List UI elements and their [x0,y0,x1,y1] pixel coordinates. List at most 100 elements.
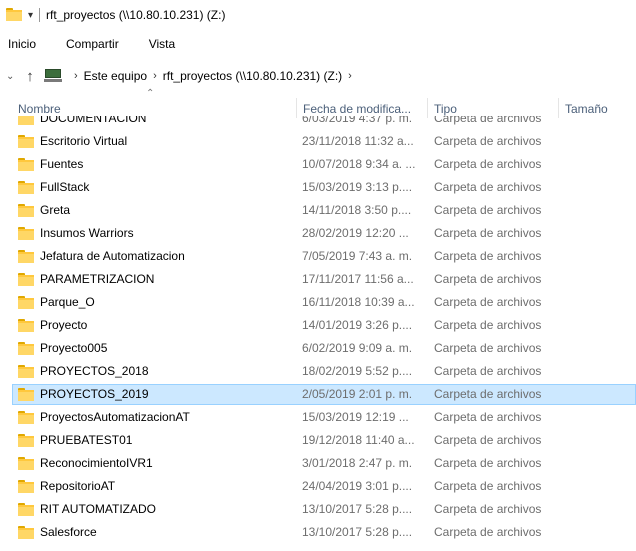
file-row[interactable]: Fuentes 10/07/2018 9:34 a. ... Carpeta de … [0,153,636,176]
file-name: Escritorio Virtual [40,134,128,148]
folder-icon [18,480,34,493]
file-date-modified: 15/03/2019 3:13 p.... [302,180,413,194]
file-date-modified: 23/11/2018 11:32 a... [302,134,414,148]
window-title: rft_proyectos (\\10.80.10.231) (Z:) [46,8,226,22]
folder-icon [18,273,34,286]
file-type: Carpeta de archivos [434,479,542,493]
file-name: PROYECTOS_2019 [40,387,149,401]
file-row[interactable]: PROYECTOS_2018 18/02/2019 5:52 p.... Carpe… [0,360,636,383]
folder-icon [18,388,34,401]
file-name: Proyecto [40,318,88,332]
file-type: Carpeta de archivos [434,433,542,447]
ribbon-tabs: Inicio Compartir Vista [0,30,636,58]
file-type: Carpeta de archivos [434,456,542,470]
file-type: Carpeta de archivos [434,318,542,332]
chevron-right-icon[interactable]: › [348,70,352,82]
folder-icon [18,365,34,378]
title-bar: ▾ rft_proyectos (\\10.80.10.231) (Z:) [0,0,636,30]
chevron-right-icon[interactable]: › [153,70,157,82]
file-name: ReconocimientoIVR1 [40,456,153,470]
address-bar[interactable]: ⌄ ↑ › Este equipo › rft_proyectos (\\10.… [0,62,636,90]
file-date-modified: 6/02/2019 9:09 a. m. [302,341,413,355]
file-row[interactable]: Salesforce 13/10/2017 5:28 p.... Carpeta d… [0,521,636,544]
file-type: Carpeta de archivos [434,134,542,148]
file-name: Insumos Warriors [40,226,134,240]
folder-icon [18,434,34,447]
chevron-right-icon[interactable]: › [74,70,78,82]
file-row[interactable]: PROYECTOS_2019 2/05/2019 2:01 p. m. Carpet… [0,383,636,406]
file-name: Proyecto005 [40,341,108,355]
folder-icon [18,411,34,424]
file-date-modified: 15/03/2019 12:19 ... [302,410,409,424]
tab-compartir[interactable]: Compartir [58,30,127,58]
file-date-modified: 14/01/2019 3:26 p.... [302,318,413,332]
file-date-modified: 10/07/2018 9:34 a. ... [302,157,416,171]
file-date-modified: 13/10/2017 5:28 p.... [302,502,413,516]
file-type: Carpeta de archivos [434,410,542,424]
file-row[interactable]: RepositorioAT 24/04/2019 3:01 p.... Carpet… [0,475,636,498]
file-type: Carpeta de archivos [434,525,542,539]
file-type: Carpeta de archivos [434,272,542,286]
folder-icon [18,319,34,332]
file-row[interactable]: Parque_O 16/11/2018 10:39 a... Carpeta de … [0,291,636,314]
file-name: ProyectosAutomatizacionAT [40,410,190,424]
breadcrumb-este-equipo[interactable]: Este equipo [84,69,147,83]
folder-icon [18,342,34,355]
file-name: Fuentes [40,157,84,171]
title-separator [39,8,41,22]
file-row[interactable]: Greta 14/11/2018 3:50 p.... Carpeta de arc… [0,199,636,222]
file-type: Carpeta de archivos [434,157,542,171]
file-date-modified: 28/02/2019 12:20 ... [302,226,409,240]
folder-icon [18,296,34,309]
file-row[interactable]: Proyecto 14/01/2019 3:26 p.... Carpeta de … [0,314,636,337]
file-name: PROYECTOS_2018 [40,364,149,378]
file-type: Carpeta de archivos [434,249,542,263]
file-name: DOCUMENTACION [40,116,147,125]
file-name: Parque_O [40,295,95,309]
file-row[interactable]: ReconocimientoIVR1 3/01/2018 2:47 p. m. Ca… [0,452,636,475]
file-date-modified: 3/01/2018 2:47 p. m. [302,456,413,470]
file-row[interactable]: ProyectosAutomatizacionAT 15/03/2019 12:1… [0,406,636,429]
file-date-modified: 13/10/2017 5:28 p.... [302,525,413,539]
file-date-modified: 7/05/2019 7:43 a. m. [302,249,413,263]
file-row[interactable]: Proyecto005 6/02/2019 9:09 a. m. Carpeta d… [0,337,636,360]
file-type: Carpeta de archivos [434,295,542,309]
folder-icon [18,181,34,194]
file-date-modified: 14/11/2018 3:50 p.... [302,203,412,217]
folder-icon [18,503,34,516]
file-date-modified: 6/03/2019 4:37 p. m. [302,116,413,125]
file-type: Carpeta de archivos [434,502,542,516]
recent-locations-chevron-down-icon[interactable]: ⌄ [6,71,20,82]
file-row[interactable]: Escritorio Virtual 23/11/2018 11:32 a... C… [0,130,636,153]
file-row[interactable]: PARAMETRIZACION 17/11/2017 11:56 a... Carp… [0,268,636,291]
up-arrow-icon[interactable]: ↑ [20,68,40,85]
tab-inicio[interactable]: Inicio [0,30,44,58]
file-name: Jefatura de Automatizacion [40,249,185,263]
breadcrumb-current-drive[interactable]: rft_proyectos (\\10.80.10.231) (Z:) [163,69,342,83]
file-name: RepositorioAT [40,479,116,493]
folder-icon [18,526,34,539]
file-date-modified: 16/11/2018 10:39 a... [302,295,415,309]
file-name: PARAMETRIZACION [40,272,155,286]
folder-icon [18,158,34,171]
file-row[interactable]: RIT AUTOMATIZADO 13/10/2017 5:28 p.... Car… [0,498,636,521]
file-row[interactable]: Insumos Warriors 28/02/2019 12:20 ... Carp… [0,222,636,245]
file-type: Carpeta de archivos [434,180,542,194]
file-type: Carpeta de archivos [434,116,542,125]
file-row[interactable]: FullStack 15/03/2019 3:13 p.... Carpeta de… [0,176,636,199]
file-name: FullStack [40,180,90,194]
file-name: RIT AUTOMATIZADO [40,502,157,516]
file-name: PRUEBATEST01 [40,433,133,447]
quick-access-dropdown-icon[interactable]: ▾ [28,10,33,21]
file-list[interactable]: DOCUMENTACION 6/03/2019 4:37 p. m. Carpeta… [0,116,636,551]
file-row[interactable]: DOCUMENTACION 6/03/2019 4:37 p. m. Carpeta… [0,116,636,130]
file-date-modified: 24/04/2019 3:01 p.... [302,479,413,493]
file-date-modified: 17/11/2017 11:56 a... [302,272,414,286]
file-name: Greta [40,203,71,217]
tab-vista[interactable]: Vista [141,30,183,58]
file-row[interactable]: PRUEBATEST01 19/12/2018 11:40 a... Carpeta… [0,429,636,452]
folder-icon [18,250,34,263]
file-row[interactable]: Jefatura de Automatizacion 7/05/2019 7:43… [0,245,636,268]
pc-icon [44,69,62,83]
folder-icon [18,116,34,125]
